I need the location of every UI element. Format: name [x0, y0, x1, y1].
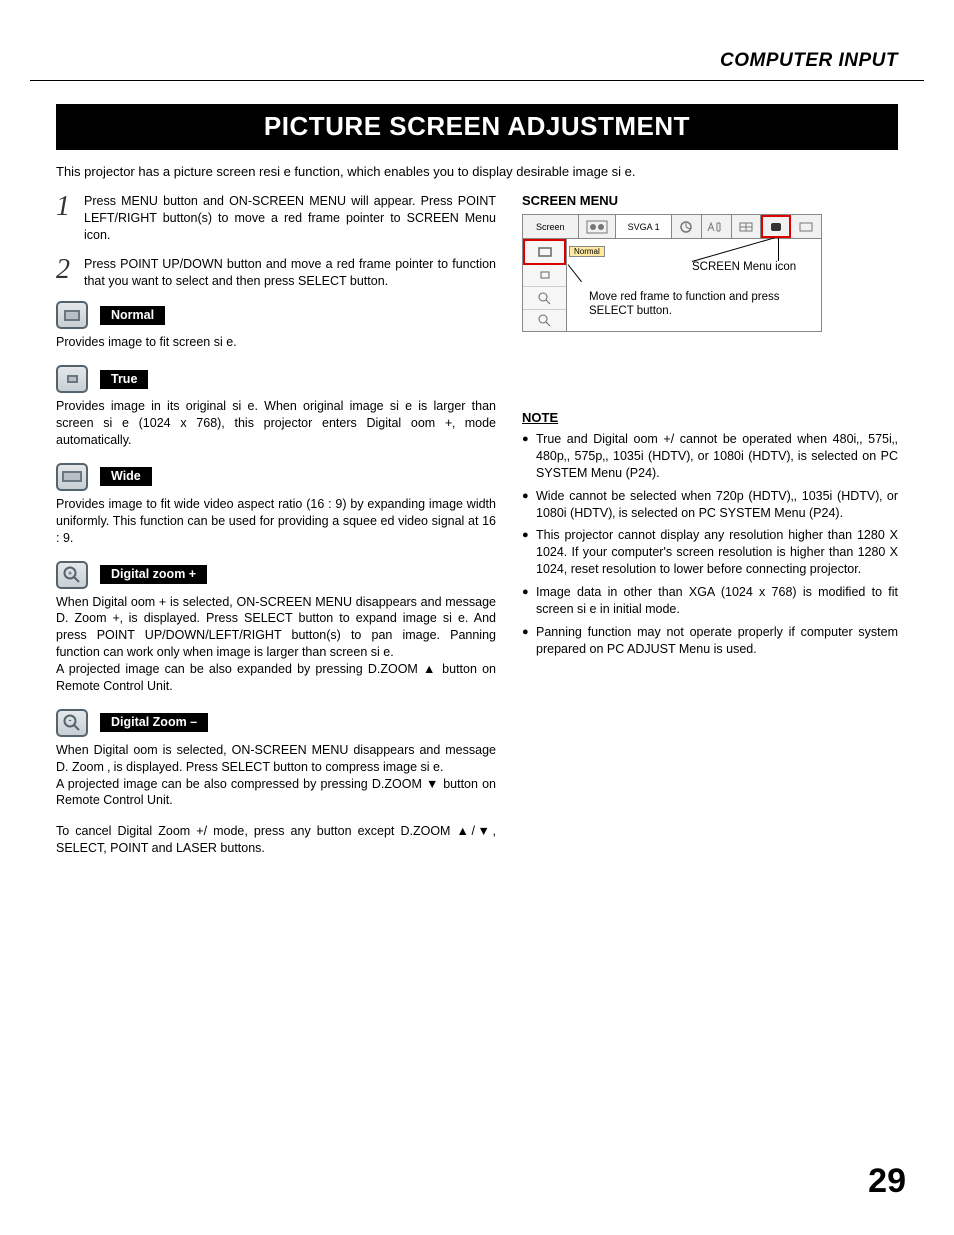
- menu-tab-screen: Screen: [523, 215, 579, 238]
- menu-tab-icon: [579, 215, 617, 238]
- svg-text:+: +: [68, 570, 72, 577]
- mode-dzoom-plus: + Digital zoom + When Digital oom + is s…: [56, 561, 496, 695]
- mode-desc-2: A projected image can be also expanded b…: [56, 661, 496, 695]
- note-item: ●Wide cannot be selected when 720p (HDTV…: [522, 488, 898, 522]
- mode-label-true: True: [100, 370, 148, 389]
- step-text: Press POINT UP/DOWN button and move a re…: [84, 256, 496, 290]
- page-title: PICTURE SCREEN ADJUSTMENT: [56, 104, 898, 150]
- mode-desc: When Digital oom + is selected, ON-SCREE…: [56, 594, 496, 662]
- normal-tag: Normal: [569, 246, 605, 257]
- note-item: ●Panning function may not operate proper…: [522, 624, 898, 658]
- mode-desc: When Digital oom is selected, ON-SCREEN …: [56, 742, 496, 776]
- note-header: NOTE: [522, 410, 898, 425]
- normal-icon: [56, 301, 88, 329]
- callout-move-frame: Move red frame to function and press SEL…: [589, 290, 809, 319]
- section-header: COMPUTER INPUT: [56, 50, 898, 72]
- callout-screen-icon: SCREEN Menu icon: [692, 260, 796, 274]
- mode-true: True Provides image in its original si e…: [56, 365, 496, 449]
- note-item: ●This projector cannot display any resol…: [522, 527, 898, 578]
- menu-side-item: [523, 310, 566, 332]
- note-item: ●Image data in other than XGA (1024 x 76…: [522, 584, 898, 618]
- screen-menu-heading: SCREEN MENU: [522, 193, 898, 208]
- page-number: 29: [868, 1162, 906, 1201]
- step-number: 1: [56, 193, 84, 244]
- mode-dzoom-minus: - Digital Zoom – When Digital oom is sel…: [56, 709, 496, 810]
- mode-wide: Wide Provides image to fit wide video as…: [56, 463, 496, 547]
- svg-text:-: -: [69, 715, 72, 725]
- menu-tab-icon: [702, 215, 732, 238]
- menu-tab-screen-icon: [761, 215, 791, 238]
- menu-side-normal: Normal: [523, 239, 566, 265]
- mode-label-normal: Normal: [100, 306, 165, 325]
- step-text: Press MENU button and ON-SCREEN MENU wil…: [84, 193, 496, 244]
- menu-tab-svga: SVGA 1: [616, 215, 672, 238]
- right-column: SCREEN MENU Screen SVGA 1: [522, 193, 898, 857]
- wide-icon: [56, 463, 88, 491]
- note-item: ●True and Digital oom +/ cannot be opera…: [522, 431, 898, 482]
- zoom-plus-icon: +: [56, 561, 88, 589]
- menu-tab-icon: [732, 215, 762, 238]
- step-number: 2: [56, 256, 84, 290]
- mode-label-dzplus: Digital zoom +: [100, 565, 207, 584]
- mode-desc: Provides image in its original si e. Whe…: [56, 398, 496, 449]
- mode-normal: Normal Provides image to fit screen si e…: [56, 301, 496, 351]
- mode-desc: Provides image to fit screen si e.: [56, 334, 496, 351]
- mode-label-dzminus: Digital Zoom –: [100, 713, 208, 732]
- menu-side-item: [523, 265, 566, 288]
- document-page: COMPUTER INPUT PICTURE SCREEN ADJUSTMENT…: [0, 0, 954, 1235]
- true-icon: [56, 365, 88, 393]
- mode-label-wide: Wide: [100, 467, 152, 486]
- menu-tab-icon: [791, 215, 821, 238]
- intro-text: This projector has a picture screen resi…: [56, 164, 898, 179]
- left-column: 1 Press MENU button and ON-SCREEN MENU w…: [56, 193, 496, 857]
- zoom-minus-icon: -: [56, 709, 88, 737]
- mode-desc: Provides image to fit wide video aspect …: [56, 496, 496, 547]
- menu-side-item: [523, 287, 566, 310]
- cancel-note: To cancel Digital Zoom +/ mode, press an…: [56, 823, 496, 857]
- header-rule: [30, 80, 924, 81]
- step-1: 1 Press MENU button and ON-SCREEN MENU w…: [56, 193, 496, 244]
- menu-tab-icon: [672, 215, 702, 238]
- mode-desc-2: A projected image can be also compressed…: [56, 776, 496, 810]
- step-2: 2 Press POINT UP/DOWN button and move a …: [56, 256, 496, 290]
- note-list: ●True and Digital oom +/ cannot be opera…: [522, 431, 898, 658]
